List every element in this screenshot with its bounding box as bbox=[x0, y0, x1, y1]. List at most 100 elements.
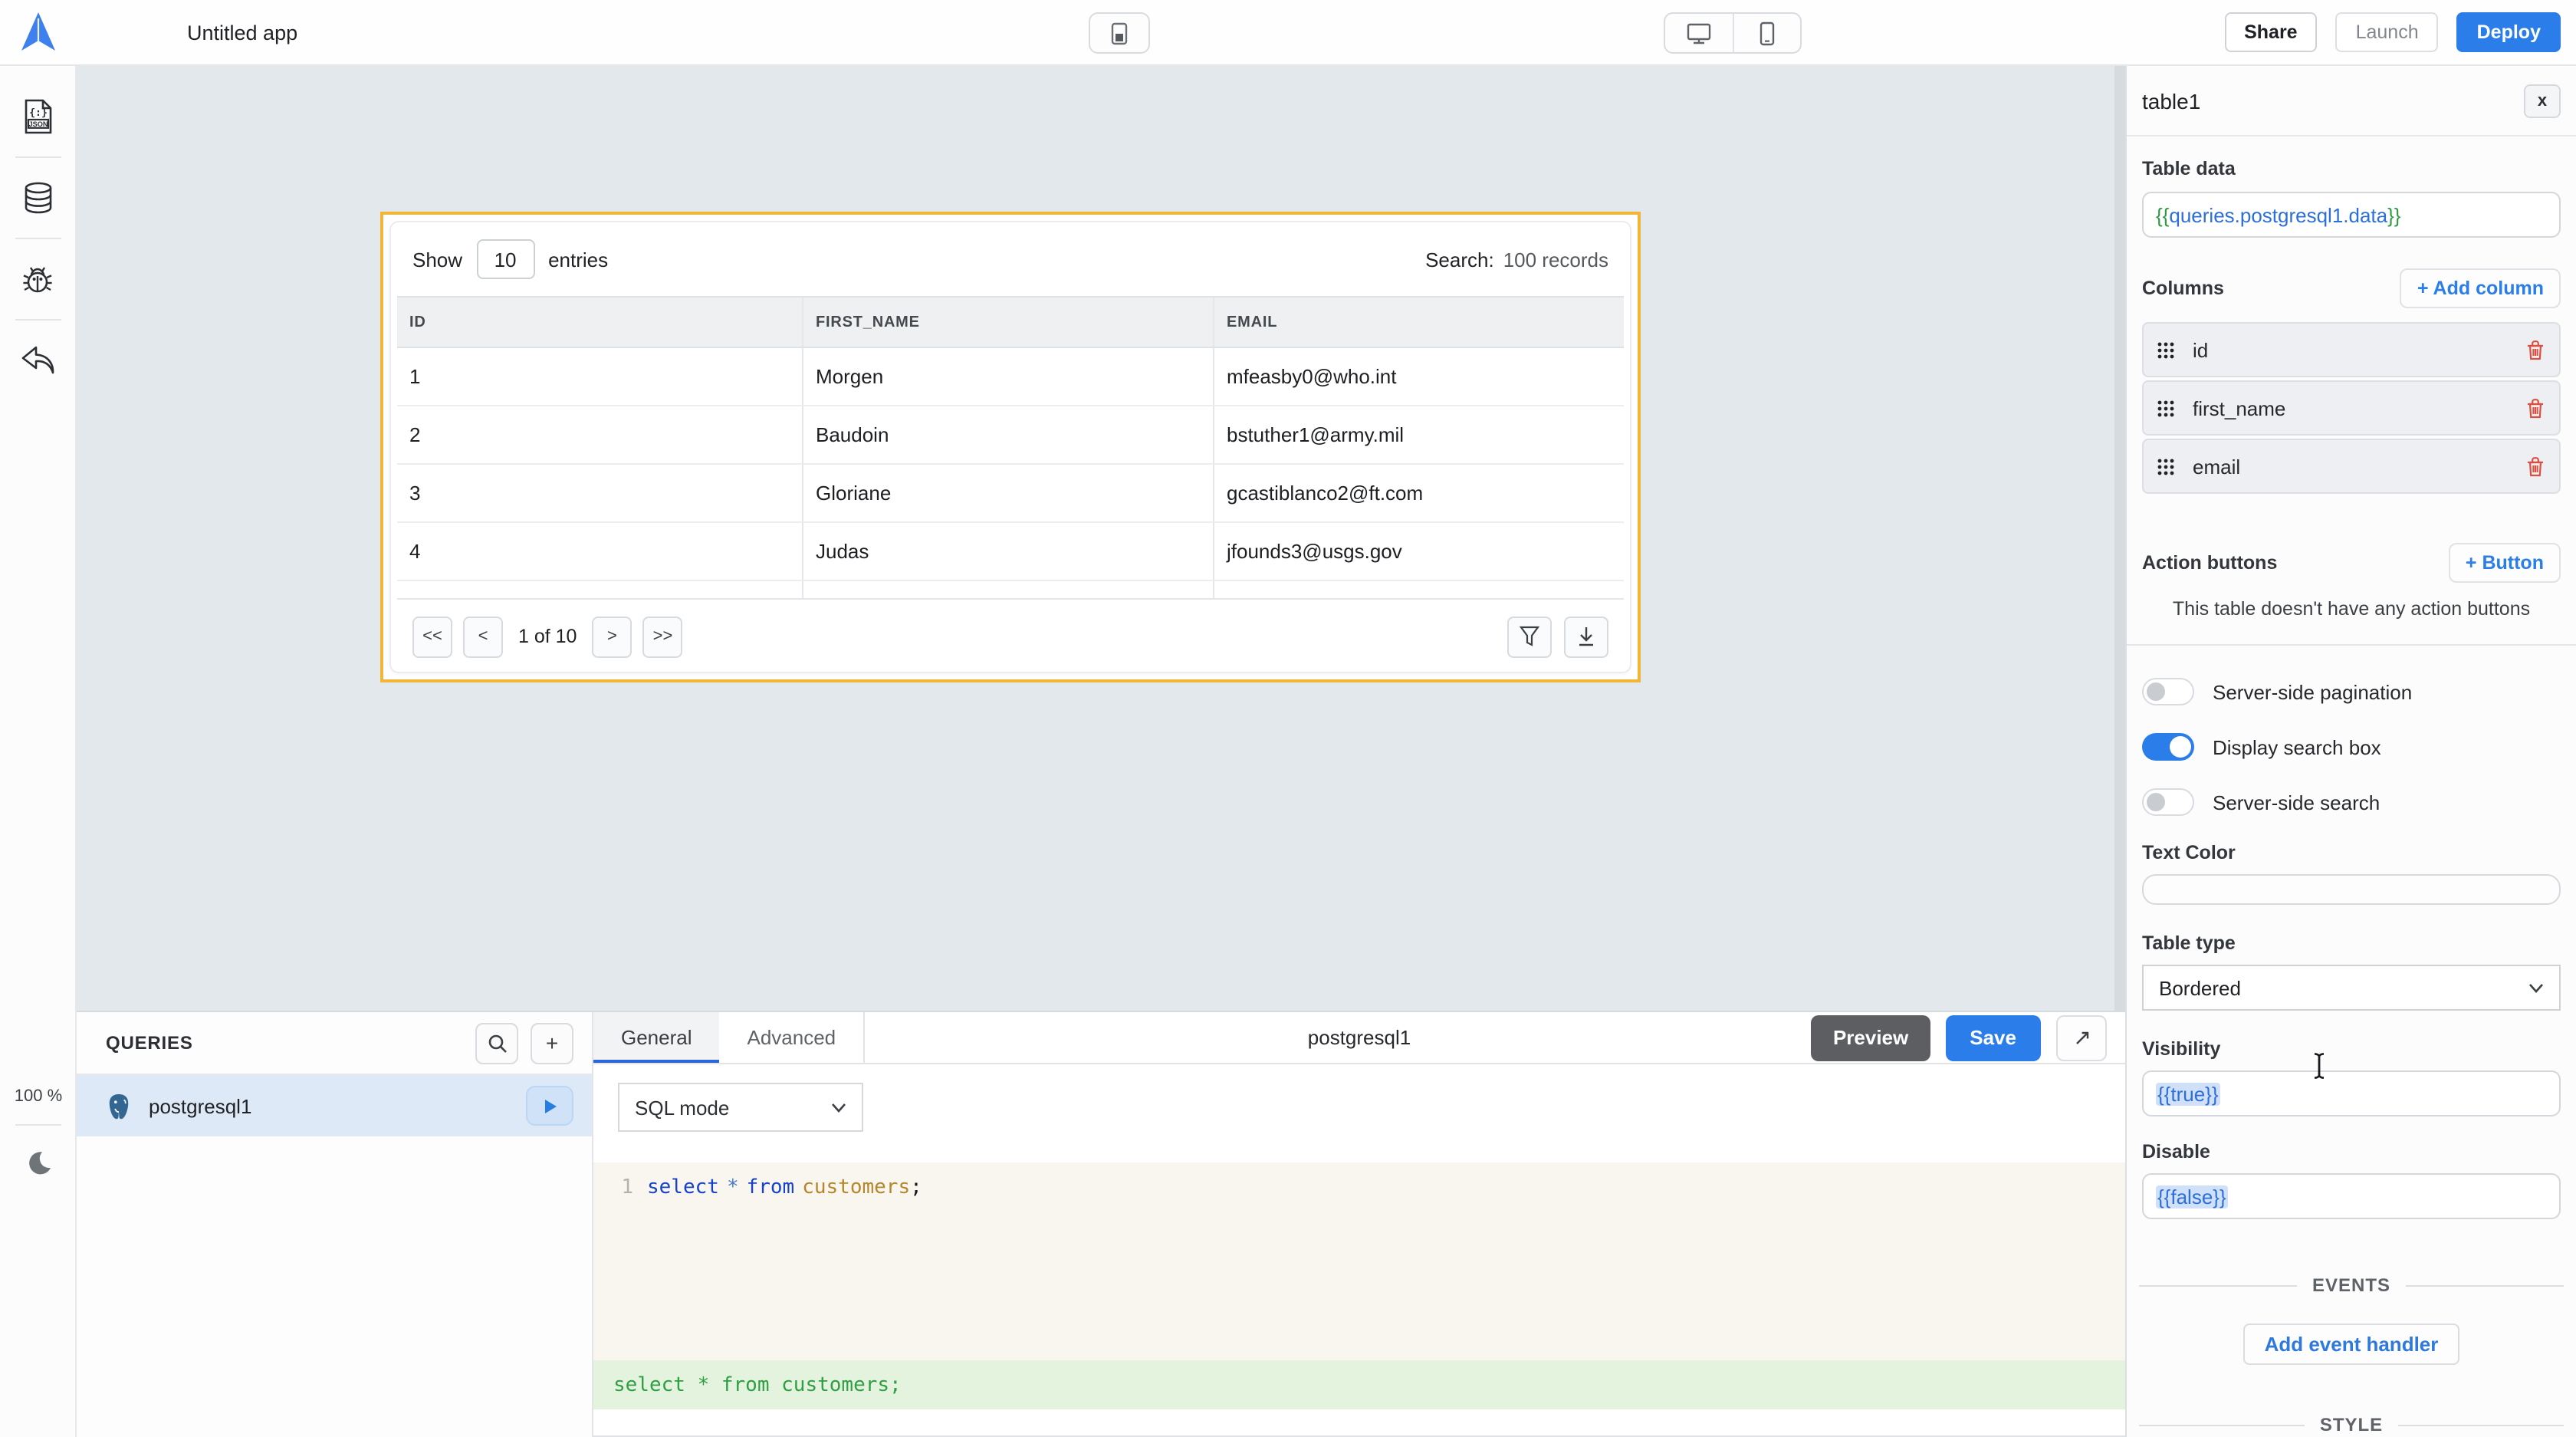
table-type-label: Table type bbox=[2142, 932, 2561, 954]
column-item-id[interactable]: id bbox=[2142, 322, 2561, 377]
preview-button[interactable]: Preview bbox=[1812, 1014, 1930, 1060]
table-data-input[interactable]: {{queries.postgresql1.data}} bbox=[2142, 192, 2561, 238]
table-pagination: << < 1 of 10 > >> bbox=[397, 601, 1624, 672]
server-side-search-toggle[interactable] bbox=[2142, 788, 2194, 816]
mobile-view-button[interactable] bbox=[1733, 14, 1800, 52]
query-search-button[interactable] bbox=[475, 1022, 518, 1064]
search-icon bbox=[487, 1033, 507, 1053]
query-list-item-postgresql1[interactable]: postgresql1 bbox=[77, 1075, 592, 1136]
app-title[interactable]: Untitled app bbox=[187, 21, 297, 44]
query-panel: QUERIES + postgresql1 bbox=[77, 1011, 2125, 1437]
toggle-row-server-side-pagination: Server-side pagination bbox=[2142, 670, 2561, 713]
cell-id: 2 bbox=[397, 406, 802, 463]
launch-button[interactable]: Launch bbox=[2336, 12, 2439, 52]
table-row[interactable]: 2 Baudoin bstuther1@army.mil bbox=[397, 406, 1624, 465]
table-row-partial bbox=[397, 581, 1624, 600]
visibility-input[interactable]: {{true}} bbox=[2142, 1070, 2561, 1116]
query-mode-select[interactable]: SQL mode bbox=[618, 1083, 863, 1132]
table-row[interactable]: 3 Gloriane gcastiblanco2@ft.com bbox=[397, 465, 1624, 523]
table-search[interactable]: Search: 100 records bbox=[1425, 248, 1608, 271]
query-list: QUERIES + postgresql1 bbox=[77, 1012, 593, 1437]
download-button[interactable] bbox=[1564, 616, 1608, 657]
entries-label: entries bbox=[548, 248, 608, 271]
desktop-icon bbox=[1685, 21, 1713, 45]
filter-funnel-icon bbox=[1520, 626, 1539, 647]
cell-id: 3 bbox=[397, 465, 802, 521]
toggle-row-server-side-search: Server-side search bbox=[2142, 781, 2561, 824]
widget-inspector: table1 x Table data {{queries.postgresql… bbox=[2125, 66, 2576, 1437]
deploy-button[interactable]: Deploy bbox=[2457, 12, 2561, 52]
server-side-pagination-toggle[interactable] bbox=[2142, 678, 2194, 705]
app-logo-icon[interactable] bbox=[18, 11, 58, 54]
delete-column-button[interactable] bbox=[2525, 339, 2545, 360]
dark-mode-toggle[interactable] bbox=[25, 1150, 51, 1176]
filter-button[interactable] bbox=[1507, 616, 1552, 657]
drag-handle-icon[interactable] bbox=[2157, 458, 2174, 475]
delete-column-button[interactable] bbox=[2525, 455, 2545, 477]
canvas-scrollbar[interactable] bbox=[2114, 66, 2125, 1011]
cell-email: bstuther1@army.mil bbox=[1213, 406, 1624, 463]
add-column-button[interactable]: + Add column bbox=[2400, 268, 2561, 308]
table-widget[interactable]: Show 10 entries Search: 100 records ID F… bbox=[380, 212, 1641, 682]
column-item-email[interactable]: email bbox=[2142, 439, 2561, 494]
delete-column-button[interactable] bbox=[2525, 397, 2545, 419]
mode-label: SQL mode bbox=[635, 1096, 729, 1119]
canvas[interactable]: Show 10 entries Search: 100 records ID F… bbox=[77, 66, 2125, 1011]
share-button[interactable]: Share bbox=[2224, 12, 2318, 52]
widget-name[interactable]: table1 bbox=[2142, 88, 2200, 113]
tab-advanced[interactable]: Advanced bbox=[720, 1012, 864, 1063]
database-icon bbox=[21, 181, 54, 215]
divider bbox=[2127, 644, 2576, 646]
page-size-input[interactable]: 10 bbox=[476, 239, 534, 279]
divider bbox=[15, 238, 61, 239]
pagination-prev-button[interactable]: < bbox=[463, 616, 503, 657]
sidebar-item-undo[interactable] bbox=[21, 344, 54, 377]
column-header-first-name[interactable]: FIRST_NAME bbox=[802, 298, 1213, 347]
run-query-button[interactable] bbox=[526, 1086, 573, 1126]
sidebar-item-datasources[interactable] bbox=[21, 181, 54, 215]
zoom-level: 100 % bbox=[15, 1087, 62, 1106]
sql-code-editor[interactable]: 1 select*fromcustomers; bbox=[593, 1162, 2125, 1360]
disable-value: {{false}} bbox=[2156, 1185, 2228, 1208]
table-row[interactable]: 1 Morgen mfeasby0@who.int bbox=[397, 348, 1624, 406]
column-item-first-name[interactable]: first_name bbox=[2142, 380, 2561, 436]
query-name: postgresql1 bbox=[149, 1094, 251, 1117]
close-inspector-button[interactable]: x bbox=[2524, 84, 2561, 117]
divider bbox=[863, 1012, 865, 1063]
save-button[interactable]: Save bbox=[1945, 1014, 2041, 1060]
canvas-size-button[interactable] bbox=[1089, 12, 1150, 54]
add-query-button[interactable]: + bbox=[531, 1022, 573, 1064]
column-header-email[interactable]: EMAIL bbox=[1213, 298, 1624, 347]
divider bbox=[15, 1124, 61, 1126]
drag-handle-icon[interactable] bbox=[2157, 341, 2174, 358]
pagination-status: 1 of 10 bbox=[518, 626, 577, 647]
disable-label: Disable bbox=[2142, 1141, 2561, 1162]
json-file-icon: {:}JSON bbox=[21, 98, 54, 135]
plus-icon: + bbox=[546, 1031, 558, 1055]
mobile-icon bbox=[1759, 21, 1776, 45]
sidebar-item-debugger[interactable] bbox=[21, 262, 54, 296]
pagination-next-button[interactable]: > bbox=[592, 616, 632, 657]
drag-handle-icon[interactable] bbox=[2157, 400, 2174, 416]
divider bbox=[15, 156, 61, 158]
expand-editor-button[interactable] bbox=[2056, 1014, 2107, 1060]
inspector-header: table1 x bbox=[2127, 66, 2576, 136]
disable-input[interactable]: {{false}} bbox=[2142, 1173, 2561, 1219]
cell-first-name: Judas bbox=[802, 523, 1213, 580]
pagination-first-button[interactable]: << bbox=[412, 616, 452, 657]
binding-expression: queries.postgresql1.data bbox=[2169, 203, 2387, 226]
add-event-handler-button[interactable]: Add event handler bbox=[2243, 1324, 2460, 1365]
sidebar-item-inspector[interactable]: {:}JSON bbox=[21, 100, 54, 133]
column-header-id[interactable]: ID bbox=[397, 298, 802, 347]
postgresql-icon bbox=[104, 1091, 133, 1120]
style-section-divider: STYLE bbox=[2139, 1414, 2564, 1435]
table-row[interactable]: 4 Judas jfounds3@usgs.gov bbox=[397, 523, 1624, 581]
tab-general[interactable]: General bbox=[593, 1012, 720, 1063]
text-color-input[interactable] bbox=[2142, 874, 2561, 905]
display-search-box-toggle[interactable] bbox=[2142, 733, 2194, 761]
table-type-select[interactable]: Bordered bbox=[2142, 965, 2561, 1011]
add-action-button[interactable]: + Button bbox=[2449, 543, 2561, 583]
pagination-last-button[interactable]: >> bbox=[642, 616, 682, 657]
desktop-view-button[interactable] bbox=[1665, 14, 1733, 52]
bug-icon bbox=[20, 262, 55, 296]
